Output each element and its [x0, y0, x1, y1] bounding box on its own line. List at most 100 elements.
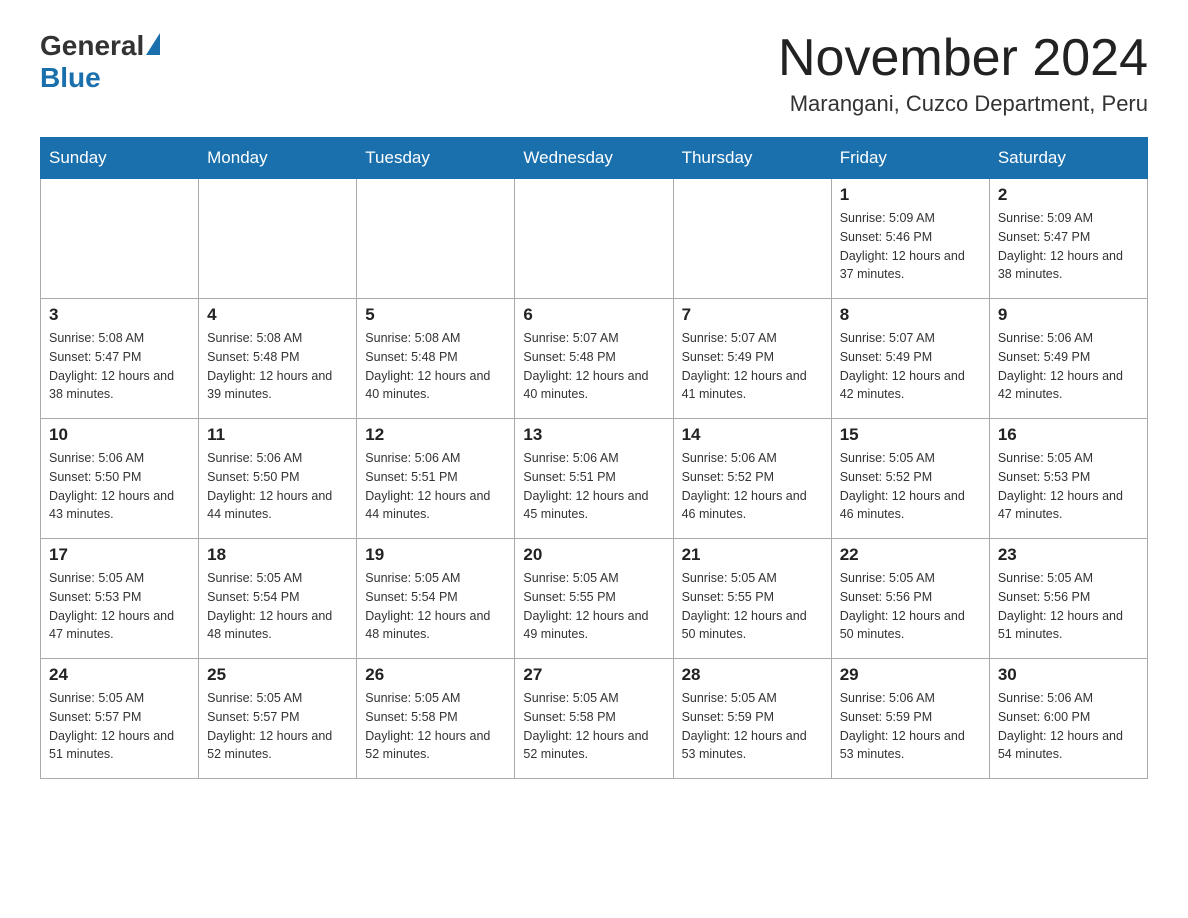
day-number: 24	[49, 665, 190, 685]
calendar-cell: 9Sunrise: 5:06 AMSunset: 5:49 PMDaylight…	[989, 299, 1147, 419]
day-number: 1	[840, 185, 981, 205]
calendar-header-tuesday: Tuesday	[357, 138, 515, 179]
day-info: Sunrise: 5:07 AMSunset: 5:48 PMDaylight:…	[523, 329, 664, 404]
day-info: Sunrise: 5:05 AMSunset: 5:57 PMDaylight:…	[49, 689, 190, 764]
calendar-cell: 4 Sunrise: 5:08 AMSunset: 5:48 PMDaylight…	[199, 299, 357, 419]
day-number: 22	[840, 545, 981, 565]
calendar-cell: 3Sunrise: 5:08 AMSunset: 5:47 PMDaylight…	[41, 299, 199, 419]
calendar-cell: 8 Sunrise: 5:07 AMSunset: 5:49 PMDaylight…	[831, 299, 989, 419]
calendar-cell: 18 Sunrise: 5:05 AMSunset: 5:54 PMDayligh…	[199, 539, 357, 659]
day-info: Sunrise: 5:07 AMSunset: 5:49 PMDaylight:…	[840, 329, 981, 404]
day-info: Sunrise: 5:09 AMSunset: 5:46 PMDaylight:…	[840, 209, 981, 284]
day-number: 6	[523, 305, 664, 325]
calendar-week-row: 3Sunrise: 5:08 AMSunset: 5:47 PMDaylight…	[41, 299, 1148, 419]
day-number: 14	[682, 425, 823, 445]
calendar-cell: 25 Sunrise: 5:05 AMSunset: 5:57 PMDayligh…	[199, 659, 357, 779]
calendar-cell: 30 Sunrise: 5:06 AMSunset: 6:00 PMDayligh…	[989, 659, 1147, 779]
day-info: Sunrise: 5:07 AMSunset: 5:49 PMDaylight:…	[682, 329, 823, 404]
calendar-week-row: 10 Sunrise: 5:06 AMSunset: 5:50 PMDayligh…	[41, 419, 1148, 539]
calendar-week-row: 17 Sunrise: 5:05 AMSunset: 5:53 PMDayligh…	[41, 539, 1148, 659]
calendar-cell: 23 Sunrise: 5:05 AMSunset: 5:56 PMDayligh…	[989, 539, 1147, 659]
day-number: 30	[998, 665, 1139, 685]
day-number: 21	[682, 545, 823, 565]
calendar-cell: 29 Sunrise: 5:06 AMSunset: 5:59 PMDayligh…	[831, 659, 989, 779]
day-number: 2	[998, 185, 1139, 205]
calendar-cell: 26Sunrise: 5:05 AMSunset: 5:58 PMDayligh…	[357, 659, 515, 779]
day-number: 11	[207, 425, 348, 445]
calendar-week-row: 24 Sunrise: 5:05 AMSunset: 5:57 PMDayligh…	[41, 659, 1148, 779]
day-info: Sunrise: 5:05 AMSunset: 5:56 PMDaylight:…	[840, 569, 981, 644]
day-info: Sunrise: 5:08 AMSunset: 5:48 PMDaylight:…	[365, 329, 506, 404]
calendar-header-saturday: Saturday	[989, 138, 1147, 179]
day-number: 8	[840, 305, 981, 325]
day-number: 12	[365, 425, 506, 445]
calendar-cell: 16 Sunrise: 5:05 AMSunset: 5:53 PMDayligh…	[989, 419, 1147, 539]
day-number: 23	[998, 545, 1139, 565]
calendar-week-row: 1 Sunrise: 5:09 AMSunset: 5:46 PMDaylight…	[41, 179, 1148, 299]
day-number: 13	[523, 425, 664, 445]
calendar-header-friday: Friday	[831, 138, 989, 179]
calendar-cell: 2 Sunrise: 5:09 AMSunset: 5:47 PMDaylight…	[989, 179, 1147, 299]
calendar-cell	[673, 179, 831, 299]
day-number: 28	[682, 665, 823, 685]
day-number: 4	[207, 305, 348, 325]
month-title: November 2024	[778, 30, 1148, 87]
calendar-cell: 14 Sunrise: 5:06 AMSunset: 5:52 PMDayligh…	[673, 419, 831, 539]
day-info: Sunrise: 5:05 AMSunset: 5:54 PMDaylight:…	[365, 569, 506, 644]
day-info: Sunrise: 5:06 AMSunset: 6:00 PMDaylight:…	[998, 689, 1139, 764]
logo-text: General Blue	[40, 30, 160, 94]
day-number: 20	[523, 545, 664, 565]
day-info: Sunrise: 5:09 AMSunset: 5:47 PMDaylight:…	[998, 209, 1139, 284]
title-section: November 2024 Marangani, Cuzco Departmen…	[778, 30, 1148, 117]
day-number: 25	[207, 665, 348, 685]
day-info: Sunrise: 5:05 AMSunset: 5:53 PMDaylight:…	[998, 449, 1139, 524]
calendar-header-row: SundayMondayTuesdayWednesdayThursdayFrid…	[41, 138, 1148, 179]
calendar-cell	[515, 179, 673, 299]
calendar-cell: 10 Sunrise: 5:06 AMSunset: 5:50 PMDayligh…	[41, 419, 199, 539]
day-info: Sunrise: 5:06 AMSunset: 5:59 PMDaylight:…	[840, 689, 981, 764]
day-info: Sunrise: 5:06 AMSunset: 5:52 PMDaylight:…	[682, 449, 823, 524]
day-info: Sunrise: 5:05 AMSunset: 5:59 PMDaylight:…	[682, 689, 823, 764]
calendar-cell: 13 Sunrise: 5:06 AMSunset: 5:51 PMDayligh…	[515, 419, 673, 539]
calendar-cell: 27Sunrise: 5:05 AMSunset: 5:58 PMDayligh…	[515, 659, 673, 779]
calendar-cell: 19 Sunrise: 5:05 AMSunset: 5:54 PMDayligh…	[357, 539, 515, 659]
day-info: Sunrise: 5:06 AMSunset: 5:50 PMDaylight:…	[207, 449, 348, 524]
calendar-cell	[41, 179, 199, 299]
day-info: Sunrise: 5:05 AMSunset: 5:53 PMDaylight:…	[49, 569, 190, 644]
day-info: Sunrise: 5:05 AMSunset: 5:55 PMDaylight:…	[523, 569, 664, 644]
calendar-cell: 12 Sunrise: 5:06 AMSunset: 5:51 PMDayligh…	[357, 419, 515, 539]
calendar-cell: 24 Sunrise: 5:05 AMSunset: 5:57 PMDayligh…	[41, 659, 199, 779]
day-info: Sunrise: 5:05 AMSunset: 5:58 PMDaylight:…	[523, 689, 664, 764]
calendar-cell	[199, 179, 357, 299]
day-number: 10	[49, 425, 190, 445]
day-number: 9	[998, 305, 1139, 325]
day-info: Sunrise: 5:05 AMSunset: 5:57 PMDaylight:…	[207, 689, 348, 764]
day-number: 15	[840, 425, 981, 445]
day-number: 5	[365, 305, 506, 325]
calendar-cell: 22 Sunrise: 5:05 AMSunset: 5:56 PMDayligh…	[831, 539, 989, 659]
day-number: 29	[840, 665, 981, 685]
calendar-cell: 20 Sunrise: 5:05 AMSunset: 5:55 PMDayligh…	[515, 539, 673, 659]
day-number: 17	[49, 545, 190, 565]
day-info: Sunrise: 5:05 AMSunset: 5:52 PMDaylight:…	[840, 449, 981, 524]
calendar-cell: 11 Sunrise: 5:06 AMSunset: 5:50 PMDayligh…	[199, 419, 357, 539]
calendar-cell: 1 Sunrise: 5:09 AMSunset: 5:46 PMDaylight…	[831, 179, 989, 299]
day-info: Sunrise: 5:05 AMSunset: 5:55 PMDaylight:…	[682, 569, 823, 644]
day-number: 19	[365, 545, 506, 565]
day-info: Sunrise: 5:08 AMSunset: 5:48 PMDaylight:…	[207, 329, 348, 404]
calendar-cell: 15 Sunrise: 5:05 AMSunset: 5:52 PMDayligh…	[831, 419, 989, 539]
calendar-cell: 5 Sunrise: 5:08 AMSunset: 5:48 PMDaylight…	[357, 299, 515, 419]
day-number: 7	[682, 305, 823, 325]
day-info: Sunrise: 5:05 AMSunset: 5:54 PMDaylight:…	[207, 569, 348, 644]
day-info: Sunrise: 5:06 AMSunset: 5:51 PMDaylight:…	[365, 449, 506, 524]
day-info: Sunrise: 5:05 AMSunset: 5:56 PMDaylight:…	[998, 569, 1139, 644]
day-number: 18	[207, 545, 348, 565]
day-number: 16	[998, 425, 1139, 445]
day-info: Sunrise: 5:05 AMSunset: 5:58 PMDaylight:…	[365, 689, 506, 764]
calendar-cell: 17 Sunrise: 5:05 AMSunset: 5:53 PMDayligh…	[41, 539, 199, 659]
day-info: Sunrise: 5:06 AMSunset: 5:50 PMDaylight:…	[49, 449, 190, 524]
calendar-table: SundayMondayTuesdayWednesdayThursdayFrid…	[40, 137, 1148, 779]
day-info: Sunrise: 5:06 AMSunset: 5:51 PMDaylight:…	[523, 449, 664, 524]
logo: General Blue	[40, 30, 160, 94]
logo-general-text: General	[40, 30, 144, 62]
